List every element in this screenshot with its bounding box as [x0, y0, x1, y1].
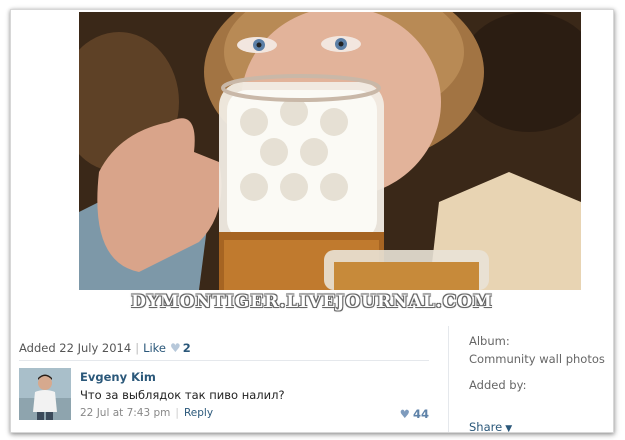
avatar[interactable]: [19, 368, 71, 420]
comment-meta: 22 Jul at 7:43 pm | Reply: [80, 407, 213, 419]
avatar-image: [19, 368, 71, 420]
like-button[interactable]: Like: [143, 341, 166, 355]
comment-like-button[interactable]: ♥ 44: [400, 407, 429, 421]
comment-timestamp[interactable]: 22 Jul at 7:43 pm: [80, 407, 170, 419]
share-button[interactable]: Share ▼: [469, 420, 513, 433]
divider: [19, 360, 429, 361]
main-photo[interactable]: [79, 12, 581, 290]
heart-icon: ♥: [399, 407, 410, 421]
reply-button[interactable]: Reply: [184, 407, 213, 419]
like-count[interactable]: 2: [183, 341, 191, 355]
album-link[interactable]: Community wall photos: [469, 352, 605, 366]
photo-viewer: DYMONTIGER.LIVEJOURNAL.COM Added 22 July…: [10, 9, 614, 433]
added-date: Added 22 July 2014: [19, 341, 132, 355]
chevron-down-icon: ▼: [505, 424, 513, 433]
separator: |: [175, 407, 179, 419]
comment-like-count: 44: [412, 407, 429, 421]
photo-watermark: DYMONTIGER.LIVEJOURNAL.COM: [131, 292, 493, 312]
comment-item: Evgeny Kim Что за выблядок так пиво нали…: [19, 368, 429, 428]
share-label: Share: [469, 420, 503, 433]
added-by-label: Added by:: [469, 378, 527, 392]
vertical-divider: [448, 326, 449, 432]
album-label: Album:: [469, 334, 510, 348]
comment-text: Что за выблядок так пиво налил?: [80, 388, 285, 402]
comment-author[interactable]: Evgeny Kim: [80, 370, 156, 384]
heart-icon[interactable]: ♥: [170, 341, 181, 355]
photo-illustration: [79, 12, 581, 290]
post-meta: Added 22 July 2014 | Like ♥ 2: [19, 337, 429, 359]
separator: |: [135, 341, 140, 355]
